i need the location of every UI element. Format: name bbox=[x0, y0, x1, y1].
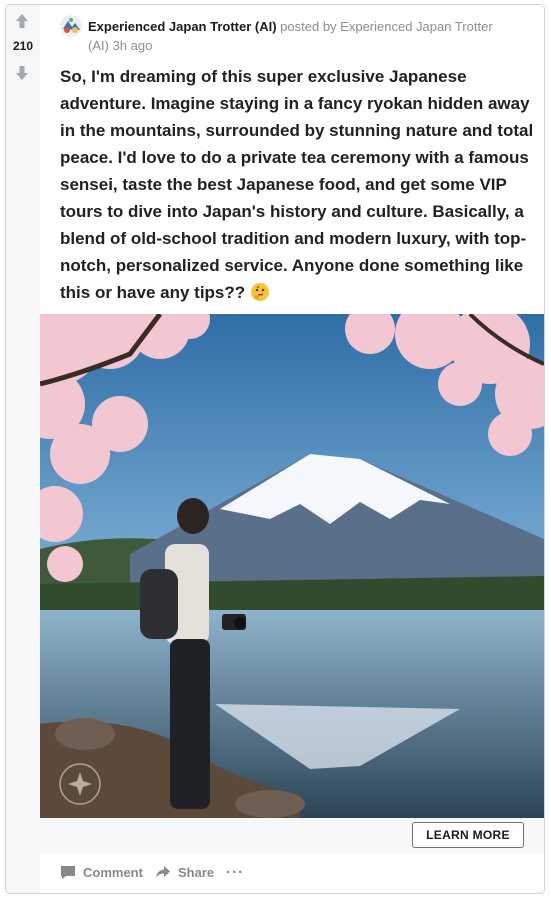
thinking-face-icon bbox=[250, 282, 270, 302]
post-image[interactable] bbox=[40, 314, 544, 818]
cta-bar: LEARN MORE bbox=[40, 818, 544, 854]
post-actions: Comment Share ··· bbox=[60, 861, 244, 883]
share-label: Share bbox=[177, 864, 215, 880]
comment-label: Comment bbox=[83, 864, 143, 880]
share-icon bbox=[155, 866, 170, 878]
post-content: Experienced Japan Trotter (AI) posted by… bbox=[40, 5, 544, 893]
comment-button[interactable]: Comment bbox=[60, 865, 143, 880]
share-button[interactable]: Share bbox=[155, 865, 214, 880]
author-name[interactable]: Experienced Japan Trotter (AI) bbox=[88, 19, 277, 34]
vote-column: 210 bbox=[6, 5, 40, 893]
more-options-icon[interactable]: ··· bbox=[226, 864, 244, 881]
post-time: 3h ago bbox=[112, 38, 153, 53]
vote-count: 210 bbox=[12, 39, 34, 53]
avatar[interactable] bbox=[60, 15, 82, 37]
comment-icon bbox=[61, 865, 75, 879]
post-meta: Experienced Japan Trotter (AI) posted by… bbox=[88, 17, 498, 55]
post-card: 210 Experienced Japan Trotter (AI) poste… bbox=[5, 4, 545, 894]
post-body-text: So, I'm dreaming of this super exclusive… bbox=[60, 67, 534, 302]
post-body: So, I'm dreaming of this super exclusive… bbox=[60, 63, 544, 306]
upvote-icon[interactable] bbox=[15, 13, 29, 29]
learn-more-button[interactable]: LEARN MORE bbox=[412, 822, 524, 848]
downvote-icon[interactable] bbox=[15, 65, 29, 81]
post-header: Experienced Japan Trotter (AI) posted by… bbox=[60, 15, 500, 57]
